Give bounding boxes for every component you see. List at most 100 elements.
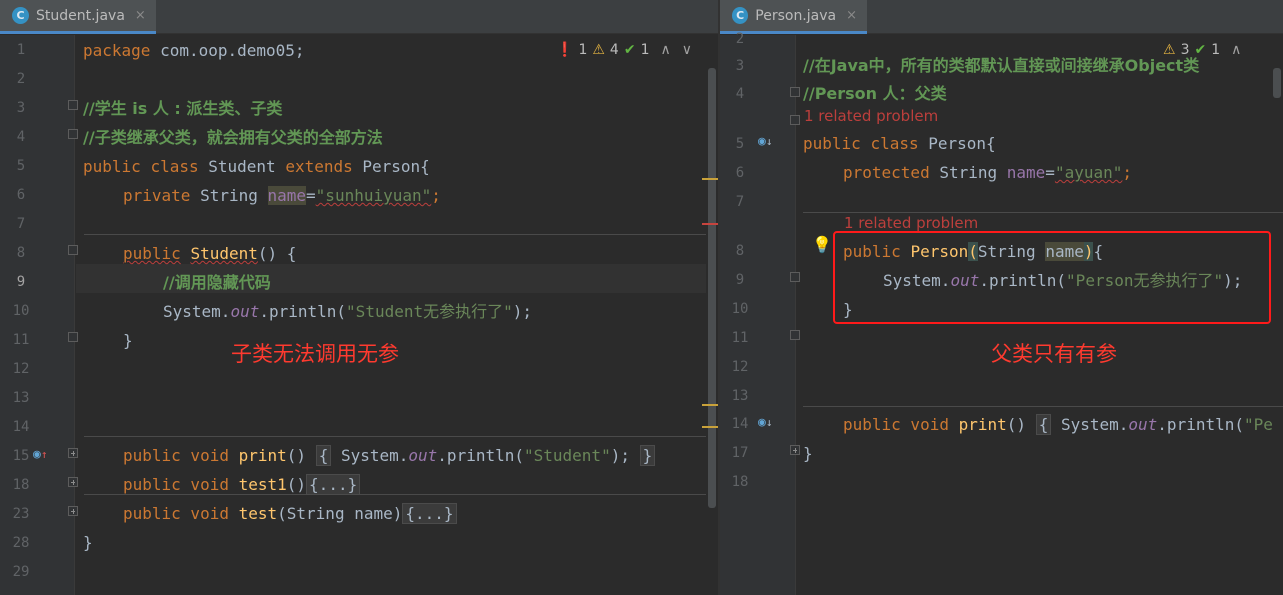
line-number: 9: [735, 272, 745, 288]
expand-fold-icon[interactable]: [68, 448, 78, 458]
fold-marker[interactable]: [790, 87, 800, 97]
line-number: 23: [12, 506, 30, 522]
overrides-method-icon[interactable]: ◉↑: [33, 447, 47, 462]
check-icon: ✔: [1194, 42, 1207, 58]
fold-marker[interactable]: [68, 332, 78, 342]
code-line-15[interactable]: public void print() { System.out.println…: [123, 441, 656, 470]
line-number: 7: [735, 194, 745, 210]
fold-marker[interactable]: [790, 272, 800, 282]
line-number: 5: [735, 136, 745, 152]
code-line-14[interactable]: public void print() { System.out.println…: [843, 410, 1273, 439]
code-comment[interactable]: //子类继承父类，就会拥有父类的全部方法: [83, 123, 383, 152]
error-stripe[interactable]: [702, 223, 718, 225]
person-editor-pane: C Person.java × 2 3 4 5 6 7 8 9 10 11 12…: [720, 0, 1283, 595]
line-number: 8: [16, 245, 26, 261]
expand-fold-icon[interactable]: [68, 477, 78, 487]
line-number: 29: [12, 564, 30, 580]
line-number: 4: [16, 129, 26, 145]
line-number: 13: [12, 390, 30, 406]
warning-stripe[interactable]: [702, 404, 718, 406]
method-separator: [803, 212, 1283, 213]
code-line-8[interactable]: public Student() {: [123, 239, 296, 268]
code-line-5[interactable]: public class Person{: [803, 129, 996, 158]
error-icon: ❗: [556, 42, 574, 58]
java-class-icon: C: [12, 7, 29, 24]
line-number: 11: [731, 330, 749, 346]
code-line-18[interactable]: public void test1() {...}: [123, 470, 361, 499]
left-gutter: 1 2 3 4 5 6 7 8 9 10 11 12 13 14 15 18 2…: [0, 35, 78, 595]
tab-student-java[interactable]: C Student.java ×: [0, 0, 156, 34]
method-separator: [84, 234, 706, 235]
related-problem-hint[interactable]: 1 related problem: [804, 107, 938, 125]
code-line-1[interactable]: package com.oop.demo05;: [83, 36, 305, 65]
code-line-28[interactable]: }: [83, 528, 93, 557]
warning-icon: ⚠: [1163, 42, 1176, 58]
line-number: 12: [12, 361, 30, 377]
fold-marker[interactable]: [68, 100, 78, 110]
line-number: 13: [731, 388, 749, 404]
error-count: 1: [578, 42, 588, 58]
lightbulb-icon[interactable]: 💡: [812, 235, 832, 254]
weak-count: 1: [1211, 42, 1221, 58]
line-number: 18: [12, 477, 30, 493]
code-comment[interactable]: //Person 人：父类: [803, 79, 947, 108]
line-number: 14: [731, 416, 749, 432]
tab-label: Person.java: [755, 7, 837, 24]
code-line-6[interactable]: private String name="sunhuiyuan";: [123, 181, 441, 210]
vertical-scrollbar[interactable]: [708, 68, 716, 508]
related-problem-hint[interactable]: 1 related problem: [844, 214, 978, 232]
code-line-11[interactable]: }: [123, 326, 133, 355]
code-line-10[interactable]: System.out.println("Student无参执行了");: [163, 297, 532, 326]
inspection-widget[interactable]: ⚠ 3 ✔ 1 ∧: [1163, 42, 1241, 58]
code-comment[interactable]: //调用隐藏代码: [163, 268, 271, 297]
line-number: 14: [12, 419, 30, 435]
line-number: 9: [16, 274, 26, 290]
line-number: 10: [731, 301, 749, 317]
close-icon[interactable]: ×: [846, 8, 857, 23]
line-number: 2: [16, 71, 26, 87]
line-number: 11: [12, 332, 30, 348]
code-line-5[interactable]: public class Student extends Person{: [83, 152, 430, 181]
line-number: 6: [16, 187, 26, 203]
implemented-icon[interactable]: ◉↓: [758, 415, 772, 430]
close-icon[interactable]: ×: [135, 8, 146, 23]
line-number: 5: [16, 158, 26, 174]
line-number: 18: [731, 474, 749, 490]
warning-count: 4: [609, 42, 619, 58]
chevron-down-icon[interactable]: ∨: [682, 42, 692, 58]
method-separator: [803, 406, 1283, 407]
fold-marker[interactable]: [68, 129, 78, 139]
left-tabbar: C Student.java ×: [0, 0, 718, 34]
check-icon: ✔: [623, 42, 636, 58]
annotation-text: 父类只有有参: [991, 342, 1117, 366]
right-gutter: 2 3 4 5 6 7 8 9 10 11 12 13 14 17 18 ◉↓ …: [720, 31, 800, 595]
code-line-17[interactable]: }: [803, 439, 813, 468]
line-number: 1: [16, 42, 26, 58]
line-number: 4: [735, 86, 745, 102]
chevron-up-icon[interactable]: ∧: [661, 42, 671, 58]
fold-marker[interactable]: [790, 115, 800, 125]
code-comment[interactable]: //学生 is 人 : 派生类、子类: [83, 94, 282, 123]
code-line-6[interactable]: protected String name="ayuan";: [843, 158, 1132, 187]
inspection-widget[interactable]: ❗ 1 ⚠ 4 ✔ 1 ∧ ∨: [556, 42, 692, 58]
warning-stripe[interactable]: [702, 178, 718, 180]
student-editor-pane: C Student.java × 1 2 3 4 5 6 7 8 9 10 11…: [0, 0, 718, 595]
line-number: 2: [735, 31, 745, 47]
expand-fold-icon[interactable]: [68, 506, 78, 516]
vertical-scrollbar[interactable]: [1273, 68, 1281, 98]
line-number: 3: [16, 100, 26, 116]
implemented-icon[interactable]: ◉↓: [758, 134, 772, 149]
fold-marker[interactable]: [790, 330, 800, 340]
fold-marker[interactable]: [68, 245, 78, 255]
line-number: 28: [12, 535, 30, 551]
warning-stripe[interactable]: [702, 426, 718, 428]
tab-label: Student.java: [36, 7, 125, 24]
weak-count: 1: [640, 42, 650, 58]
expand-fold-icon[interactable]: [790, 445, 800, 455]
warning-icon: ⚠: [592, 42, 605, 58]
highlight-box: [833, 231, 1271, 324]
code-comment[interactable]: //在Java中，所有的类都默认直接或间接继承Object类: [803, 51, 1199, 80]
chevron-up-icon[interactable]: ∧: [1231, 42, 1241, 58]
code-line-23[interactable]: public void test(String name) {...}: [123, 499, 457, 528]
method-separator: [84, 436, 706, 437]
